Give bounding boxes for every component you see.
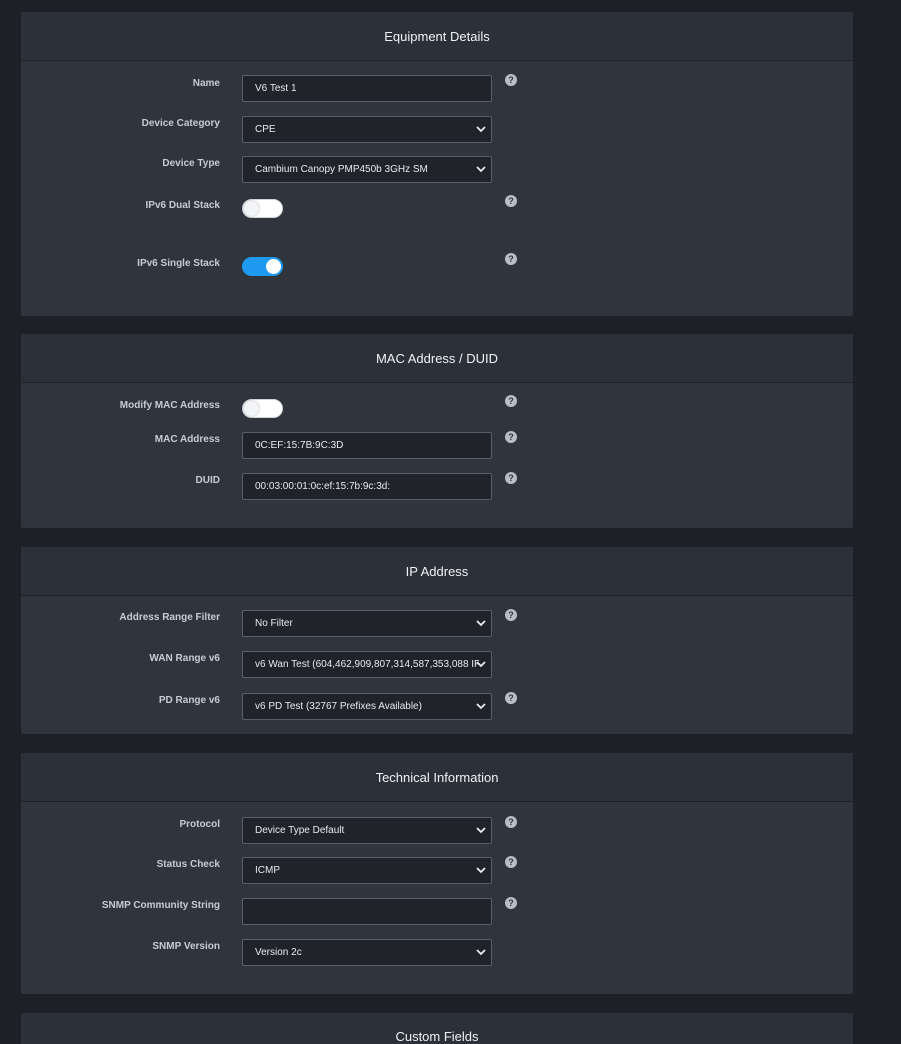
toggle-knob: [244, 201, 259, 216]
snmp-community-input[interactable]: [242, 898, 492, 925]
mac-address-label: MAC Address: [154, 434, 220, 445]
ipv6-dual-stack-label: IPv6 Dual Stack: [145, 200, 220, 211]
chevron-down-icon: [476, 703, 486, 710]
panel-title: Equipment Details: [21, 12, 853, 61]
question-circle-icon[interactable]: ?: [505, 74, 517, 86]
ip-address-panel: IP Address Address Range Filter No Filte…: [21, 547, 853, 734]
question-circle-icon[interactable]: ?: [505, 472, 517, 484]
status-check-label: Status Check: [156, 859, 220, 870]
pd-range-label: PD Range v6: [158, 695, 220, 706]
chevron-down-icon: [476, 827, 486, 834]
question-circle-icon[interactable]: ?: [505, 816, 517, 828]
device-type-label: Device Type: [162, 158, 220, 169]
status-check-value: ICMP: [255, 865, 280, 876]
chevron-down-icon: [476, 126, 486, 133]
mac-address-panel: MAC Address / DUID Modify MAC Address ? …: [21, 334, 853, 528]
snmp-version-value: Version 2c: [255, 947, 302, 958]
question-circle-icon[interactable]: ?: [505, 431, 517, 443]
pd-range-select[interactable]: v6 PD Test (32767 Prefixes Available): [242, 693, 492, 720]
wan-range-select[interactable]: v6 Wan Test (604,462,909,807,314,587,353…: [242, 651, 492, 678]
duid-label: DUID: [195, 475, 220, 486]
page: Equipment Details Name ? Device Category…: [0, 0, 901, 1044]
panel-title: MAC Address / DUID: [21, 334, 853, 383]
address-range-filter-label: Address Range Filter: [119, 612, 220, 623]
snmp-version-select[interactable]: Version 2c: [242, 939, 492, 966]
name-input-value[interactable]: [255, 83, 479, 94]
ipv6-single-stack-toggle[interactable]: [242, 257, 283, 276]
toggle-knob: [244, 401, 259, 416]
device-type-value: Cambium Canopy PMP450b 3GHz SM: [255, 164, 428, 175]
chevron-down-icon: [476, 949, 486, 956]
question-circle-icon[interactable]: ?: [505, 195, 517, 207]
name-input[interactable]: [242, 75, 492, 102]
address-range-filter-value: No Filter: [255, 618, 293, 629]
device-category-label: Device Category: [141, 118, 220, 129]
question-circle-icon[interactable]: ?: [505, 253, 517, 265]
snmp-community-label: SNMP Community String: [101, 900, 220, 911]
name-label: Name: [192, 78, 220, 89]
snmp-community-input-value[interactable]: [255, 906, 479, 917]
chevron-down-icon: [476, 166, 486, 173]
question-circle-icon[interactable]: ?: [505, 395, 517, 407]
technical-information-panel: Technical Information Protocol Device Ty…: [21, 753, 853, 994]
protocol-select[interactable]: Device Type Default: [242, 817, 492, 844]
chevron-down-icon: [476, 661, 486, 668]
ipv6-dual-stack-toggle[interactable]: [242, 199, 283, 218]
custom-fields-panel: Custom Fields: [21, 1013, 853, 1044]
device-category-value: CPE: [255, 124, 276, 135]
wan-range-label: WAN Range v6: [149, 653, 220, 664]
question-circle-icon[interactable]: ?: [505, 692, 517, 704]
question-circle-icon[interactable]: ?: [505, 897, 517, 909]
question-circle-icon[interactable]: ?: [505, 856, 517, 868]
protocol-value: Device Type Default: [255, 825, 345, 836]
equipment-details-panel: Equipment Details Name ? Device Category…: [21, 12, 853, 316]
wan-range-value: v6 Wan Test (604,462,909,807,314,587,353…: [255, 659, 479, 670]
panel-title: IP Address: [21, 547, 853, 596]
duid-input[interactable]: [242, 473, 492, 500]
panel-title: Custom Fields: [21, 1013, 853, 1044]
snmp-version-label: SNMP Version: [152, 941, 220, 952]
device-type-select[interactable]: Cambium Canopy PMP450b 3GHz SM: [242, 156, 492, 183]
pd-range-value: v6 PD Test (32767 Prefixes Available): [255, 701, 422, 712]
address-range-filter-select[interactable]: No Filter: [242, 610, 492, 637]
question-circle-icon[interactable]: ?: [505, 609, 517, 621]
ipv6-single-stack-label: IPv6 Single Stack: [137, 258, 220, 269]
protocol-label: Protocol: [179, 819, 220, 830]
status-check-select[interactable]: ICMP: [242, 857, 492, 884]
chevron-down-icon: [476, 867, 486, 874]
modify-mac-label: Modify MAC Address: [119, 400, 220, 411]
mac-address-input-value[interactable]: [255, 440, 479, 451]
modify-mac-toggle[interactable]: [242, 399, 283, 418]
chevron-down-icon: [476, 620, 486, 627]
toggle-knob: [266, 259, 281, 274]
device-category-select[interactable]: CPE: [242, 116, 492, 143]
panel-title: Technical Information: [21, 753, 853, 802]
mac-address-input[interactable]: [242, 432, 492, 459]
duid-input-value[interactable]: [255, 481, 479, 492]
